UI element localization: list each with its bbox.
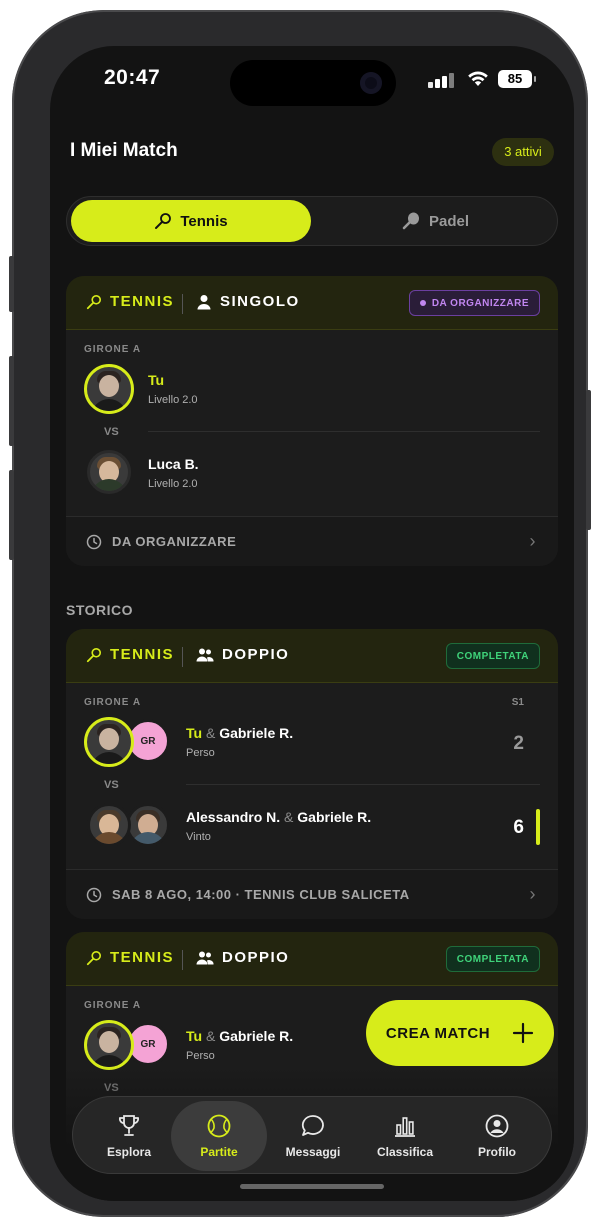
mode-name: DOPPIO (222, 949, 290, 966)
card-footer[interactable]: SAB 8 AGO, 14:00 · TENNIS CLUB SALICETA … (66, 869, 558, 919)
people-icon (196, 648, 214, 661)
team-result: Perso (186, 1050, 215, 1062)
tab-label: Messaggi (285, 1145, 341, 1159)
racket-icon (86, 294, 102, 309)
dynamic-island (230, 60, 396, 106)
plus-icon (512, 1022, 534, 1044)
group-label: GIRONE A (84, 697, 142, 708)
chat-icon (301, 1115, 324, 1136)
tab-label: Partite (200, 1145, 238, 1159)
history-match-card[interactable]: TENNIS DOPPIO COMPLETATA GIRONE A S1 GR … (66, 629, 558, 919)
tab-tennis-label: Tennis (180, 212, 228, 230)
sport-label: TENNIS (86, 646, 174, 663)
clock-icon (86, 887, 102, 902)
avatar (84, 717, 134, 767)
clock-icon (86, 534, 102, 549)
tab-tennis[interactable]: Tennis (71, 200, 311, 242)
mode-name: SINGOLO (220, 293, 300, 310)
tab-padel-label: Padel (428, 212, 470, 230)
footer-text: SAB 8 AGO, 14:00 · TENNIS CLUB SALICETA (112, 887, 410, 902)
signal-icon (428, 72, 456, 88)
team-name: Alessandro N. & Gabriele R. (186, 809, 372, 825)
card-header: TENNIS DOPPIO COMPLETATA (66, 932, 558, 986)
person-icon (197, 294, 211, 309)
chevron-right-icon: › (529, 531, 536, 551)
tab-messaggi[interactable]: Messaggi (265, 1101, 361, 1171)
match-mode: DOPPIO (196, 949, 289, 966)
people-icon (196, 951, 214, 964)
racket-icon (86, 950, 102, 965)
tab-classifica[interactable]: Classifica (357, 1101, 453, 1171)
active-count-badge: 3 attivi (492, 138, 554, 166)
avatar (84, 1020, 134, 1070)
avatar (126, 803, 170, 847)
vs-label: VS (104, 426, 119, 438)
battery-icon: 85 (498, 70, 536, 88)
team-result: Vinto (186, 831, 211, 843)
sport-label: TENNIS (86, 293, 174, 310)
chevron-right-icon: › (529, 884, 536, 904)
racket-icon (86, 647, 102, 662)
tab-label: Classifica (376, 1145, 434, 1159)
app-screen: 20:47 85 I Miei Match 3 attivi Tennis Pa… (50, 46, 574, 1201)
match-mode: DOPPIO (196, 646, 289, 663)
team-result: Perso (186, 747, 215, 759)
create-match-button[interactable]: CREA MATCH (366, 1000, 554, 1066)
sport-name: TENNIS (110, 646, 175, 663)
status-badge: COMPLETATA (445, 946, 540, 972)
mode-name: DOPPIO (222, 646, 290, 663)
phone-frame: 20:47 85 I Miei Match 3 attivi Tennis Pa… (9, 10, 591, 1217)
tennis-ball-icon (207, 1114, 231, 1138)
sport-name: TENNIS (110, 293, 175, 310)
team-score: 2 (513, 733, 524, 754)
home-indicator (240, 1184, 384, 1189)
sport-toggle: Tennis Padel (66, 196, 558, 246)
avatar (87, 450, 131, 494)
trophy-icon (119, 1115, 139, 1136)
set-label: S1 (511, 697, 524, 708)
sport-label: TENNIS (86, 949, 174, 966)
profile-icon (485, 1114, 509, 1138)
tab-profilo[interactable]: Profilo (449, 1101, 545, 1171)
tab-label: Profilo (478, 1145, 516, 1159)
sport-name: TENNIS (110, 949, 175, 966)
bottom-tab-bar: Esplora Partite Messaggi Classifica Prof… (72, 1096, 552, 1174)
winner-indicator (536, 809, 540, 845)
card-header: TENNIS DOPPIO COMPLETATA (66, 629, 558, 683)
upcoming-match-card[interactable]: TENNIS SINGOLO DA ORGANIZZARE GIRONE A T… (66, 276, 558, 566)
tab-label: Esplora (106, 1145, 151, 1159)
paddle-icon (402, 212, 419, 230)
player-level: Livello 2.0 (148, 394, 198, 406)
create-match-label: CREA MATCH (385, 1024, 491, 1042)
racket-icon (155, 213, 172, 229)
player-level: Livello 2.0 (148, 478, 198, 490)
player-name: Tu (148, 372, 165, 388)
bar-chart-icon (395, 1117, 415, 1137)
wifi-icon (468, 71, 488, 86)
team-name: Tu & Gabriele R. (186, 725, 294, 741)
status-badge: DA ORGANIZZARE (408, 290, 540, 316)
status-bar: 20:47 85 (50, 46, 574, 116)
team-name: Tu & Gabriele R. (186, 1028, 294, 1044)
team-score: 6 (513, 817, 524, 838)
card-header: TENNIS SINGOLO DA ORGANIZZARE (66, 276, 558, 330)
vs-label: VS (104, 779, 119, 791)
section-history-label: STORICO (66, 602, 134, 618)
avatar (84, 364, 134, 414)
page-title: I Miei Match (70, 140, 178, 161)
tab-esplora[interactable]: Esplora (81, 1101, 177, 1171)
player-name: Luca B. (148, 456, 199, 472)
footer-text: DA ORGANIZZARE (112, 534, 237, 549)
tab-partite[interactable]: Partite (171, 1101, 267, 1171)
status-time: 20:47 (104, 66, 161, 89)
match-mode: SINGOLO (196, 293, 300, 310)
group-label: GIRONE A (84, 1000, 142, 1011)
status-badge: COMPLETATA (445, 643, 540, 669)
card-footer[interactable]: DA ORGANIZZARE › (66, 516, 558, 566)
tab-padel[interactable]: Padel (315, 200, 555, 242)
avatar (87, 803, 131, 847)
group-label: GIRONE A (84, 344, 142, 355)
